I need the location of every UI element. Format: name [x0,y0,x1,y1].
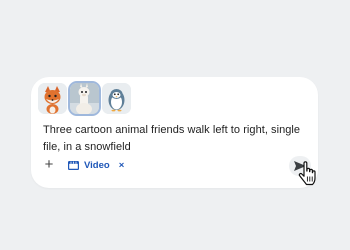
prompt-toolbar: + Video × [42,156,125,174]
reference-images [38,81,131,116]
video-mode-label: Video [84,159,110,171]
reference-thumbnail-penguin[interactable] [102,83,131,114]
prompt-card: Three cartoon animal friends walk left t… [31,77,318,188]
film-icon [68,160,79,170]
reference-thumbnail-fox[interactable] [38,83,67,114]
fox-image [38,83,67,114]
prompt-text[interactable]: Three cartoon animal friends walk left t… [43,122,305,156]
hand-pointer-icon [298,161,316,186]
llama-image [70,83,99,114]
add-button[interactable]: + [42,157,56,172]
reference-thumbnail-llama[interactable] [68,81,101,116]
video-mode-chip[interactable]: Video [68,160,110,171]
remove-mode-button[interactable]: × [119,160,125,171]
penguin-image [102,83,131,114]
